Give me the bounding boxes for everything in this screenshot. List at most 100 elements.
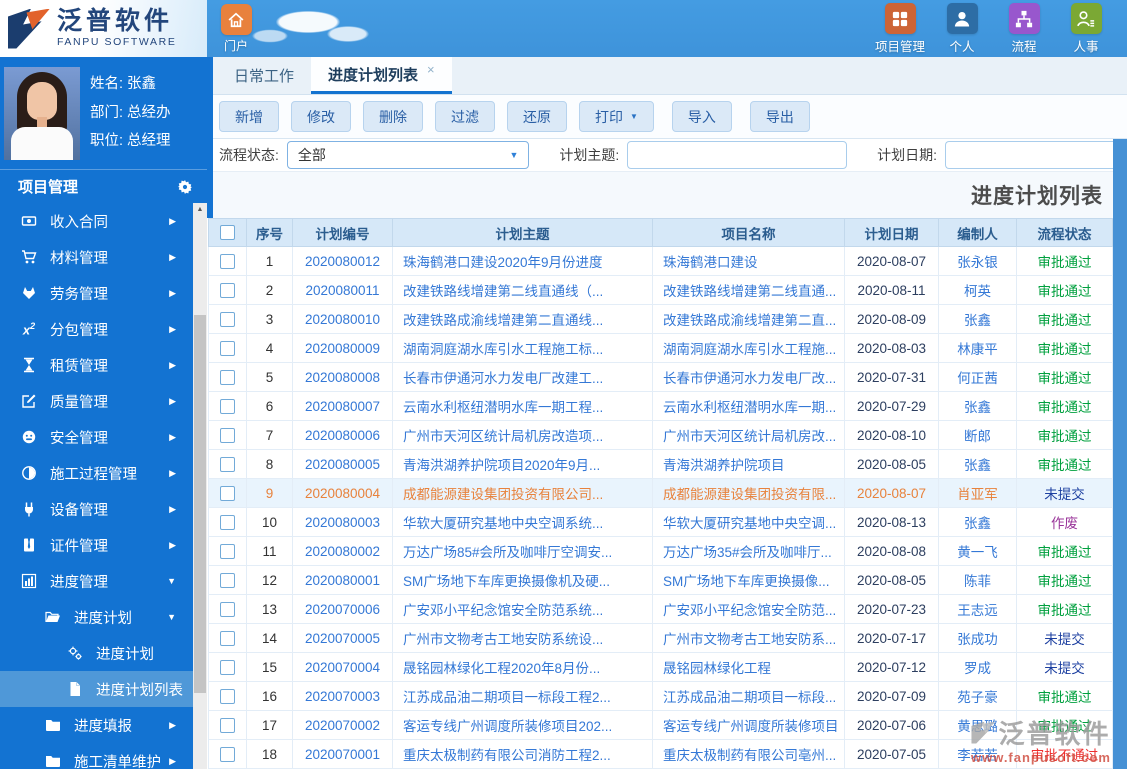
- table-row[interactable]: 5 2020080008 长春市伊通河水力发电厂改建工... 长春市伊通河水力发电厂改…: [208, 362, 1113, 392]
- author-link[interactable]: 张鑫: [964, 400, 991, 415]
- plan-code-link[interactable]: 2020080002: [305, 544, 380, 559]
- table-row[interactable]: 1 2020080012 珠海鹤港口建设2020年9月份进度 珠海鹤港口建设 2020-…: [208, 246, 1113, 276]
- row-select-checkbox[interactable]: [220, 340, 235, 356]
- plan-code-link[interactable]: 2020080004: [305, 486, 380, 501]
- plan-code-link[interactable]: 2020080001: [305, 573, 380, 588]
- sidebar-item-labor-mgmt[interactable]: 劳务管理 ▶: [0, 275, 193, 311]
- plan-code-link[interactable]: 2020080007: [305, 399, 380, 414]
- plan-subject-link[interactable]: 江苏成品油二期项目一标段工程2...: [403, 690, 611, 705]
- author-link[interactable]: 张鑫: [964, 516, 991, 531]
- plan-code-link[interactable]: 2020080010: [305, 312, 380, 327]
- table-row[interactable]: 15 2020070004 晟铭园林绿化工程2020年8月份... 晟铭园林绿化工程 2…: [208, 652, 1113, 682]
- export-button[interactable]: 导出: [749, 101, 810, 132]
- status-filter-select[interactable]: 全部 ▼: [286, 141, 530, 169]
- author-link[interactable]: 何正茜: [957, 371, 998, 386]
- sidebar-item-construction-list-maintenance[interactable]: 施工清单维护 ▶: [0, 743, 193, 769]
- plan-subject-link[interactable]: 广州市文物考古工地安防系统设...: [403, 632, 603, 647]
- portal-button[interactable]: 门户: [213, 4, 259, 54]
- date-filter-input[interactable]: [945, 141, 1127, 169]
- row-select-checkbox[interactable]: [220, 485, 235, 501]
- table-row[interactable]: 6 2020080007 云南水利枢纽潜明水库一期工程... 云南水利枢纽潜明水库一期…: [208, 391, 1113, 421]
- subject-filter-input[interactable]: [627, 141, 848, 169]
- nav-app-hr[interactable]: 人事: [1055, 3, 1117, 55]
- plan-subject-link[interactable]: 改建铁路线增建第二线直通线（...: [403, 284, 603, 299]
- project-name-link[interactable]: 青海洪湖养护院项目: [663, 458, 785, 473]
- row-select-checkbox[interactable]: [220, 369, 235, 385]
- table-row[interactable]: 2 2020080011 改建铁路线增建第二线直通线（... 改建铁路线增建第二线直通…: [208, 275, 1113, 305]
- sidebar-item-lease-mgmt[interactable]: 租赁管理 ▶: [0, 347, 193, 383]
- project-name-link[interactable]: SM广场地下车库更换摄像...: [663, 574, 830, 589]
- author-link[interactable]: 柯英: [964, 284, 991, 299]
- plan-subject-link[interactable]: 长春市伊通河水力发电厂改建工...: [403, 371, 603, 386]
- plan-subject-link[interactable]: 广安邓小平纪念馆安全防范系统...: [403, 603, 603, 618]
- filter-button[interactable]: 过滤: [435, 101, 495, 132]
- row-select-checkbox[interactable]: [220, 427, 235, 443]
- plan-subject-link[interactable]: 青海洪湖养护院项目2020年9月...: [403, 458, 600, 473]
- table-row[interactable]: 3 2020080010 改建铁路成渝线增建第二直通线... 改建铁路成渝线增建第二直…: [208, 304, 1113, 334]
- project-name-link[interactable]: 成都能源建设集团投资有限...: [663, 487, 836, 502]
- row-select-checkbox[interactable]: [220, 572, 235, 588]
- plan-subject-link[interactable]: 华软大厦研究基地中央空调系统...: [403, 516, 603, 531]
- sidebar-item-safety-mgmt[interactable]: 安全管理 ▶: [0, 419, 193, 455]
- plan-code-link[interactable]: 2020080011: [305, 283, 379, 298]
- row-select-checkbox[interactable]: [220, 746, 235, 762]
- row-select-checkbox[interactable]: [220, 601, 235, 617]
- plan-code-link[interactable]: 2020080008: [305, 370, 380, 385]
- sidebar-item-certificate-mgmt[interactable]: 证件管理 ▶: [0, 527, 193, 563]
- project-name-link[interactable]: 客运专线广州调度所装修项目: [663, 719, 839, 734]
- tab-progress-plan-list[interactable]: 进度计划列表 ×: [311, 57, 452, 94]
- row-select-checkbox[interactable]: [220, 514, 235, 530]
- author-link[interactable]: 苑子豪: [957, 690, 998, 705]
- sidebar-item-material-mgmt[interactable]: 材料管理 ▶: [0, 239, 193, 275]
- sidebar-scrollbar[interactable]: ▲: [193, 203, 207, 769]
- project-name-link[interactable]: 华软大厦研究基地中央空调...: [663, 516, 836, 531]
- project-name-link[interactable]: 江苏成品油二期项目一标段...: [663, 690, 836, 705]
- table-row[interactable]: 11 2020080002 万达广场85#会所及咖啡厅空调安... 万达广场35#会所…: [208, 536, 1113, 566]
- row-select-checkbox[interactable]: [220, 456, 235, 472]
- row-select-checkbox[interactable]: [220, 543, 235, 559]
- author-link[interactable]: 陈菲: [964, 574, 991, 589]
- sidebar-item-income-contract[interactable]: 收入合同 ▶: [0, 203, 193, 239]
- project-name-link[interactable]: 广安邓小平纪念馆安全防范...: [663, 603, 836, 618]
- row-select-checkbox[interactable]: [220, 659, 235, 675]
- plan-subject-link[interactable]: 云南水利枢纽潜明水库一期工程...: [403, 400, 603, 415]
- row-select-checkbox[interactable]: [220, 282, 235, 298]
- print-button[interactable]: 打印 ▼: [579, 101, 654, 132]
- plan-code-link[interactable]: 2020080005: [305, 457, 380, 472]
- plan-subject-link[interactable]: 客运专线广州调度所装修项目202...: [403, 719, 612, 734]
- author-link[interactable]: 李若若: [957, 748, 998, 763]
- nav-app-project-management[interactable]: 项目管理: [869, 3, 931, 55]
- sidebar-item-progress-mgmt[interactable]: 进度管理 ▼: [0, 563, 193, 599]
- restore-button[interactable]: 还原: [507, 101, 567, 132]
- row-select-checkbox[interactable]: [220, 630, 235, 646]
- scroll-up-icon[interactable]: ▲: [193, 203, 207, 216]
- import-button[interactable]: 导入: [671, 101, 732, 132]
- select-all-checkbox[interactable]: [220, 225, 235, 241]
- row-select-checkbox[interactable]: [220, 688, 235, 704]
- project-name-link[interactable]: 云南水利枢纽潜明水库一期...: [663, 400, 836, 415]
- table-row[interactable]: 7 2020080006 广州市天河区统计局机房改造项... 广州市天河区统计局机房改…: [208, 420, 1113, 450]
- gear-icon[interactable]: [177, 179, 193, 195]
- plan-subject-link[interactable]: 广州市天河区统计局机房改造项...: [403, 429, 603, 444]
- edit-button[interactable]: 修改: [291, 101, 351, 132]
- table-row[interactable]: 9 2020080004 成都能源建设集团投资有限公司... 成都能源建设集团投资有限…: [208, 478, 1113, 508]
- row-select-checkbox[interactable]: [220, 398, 235, 414]
- author-link[interactable]: 黄思璐: [957, 719, 998, 734]
- sidebar-item-progress-report[interactable]: 进度填报 ▶: [0, 707, 193, 743]
- project-name-link[interactable]: 重庆太极制药有限公司亳州...: [663, 748, 836, 763]
- plan-code-link[interactable]: 2020080009: [305, 341, 380, 356]
- sidebar-item-progress-plan[interactable]: 进度计划 ▼: [0, 599, 193, 635]
- project-name-link[interactable]: 长春市伊通河水力发电厂改...: [663, 371, 836, 386]
- scrollbar-thumb[interactable]: [194, 315, 206, 693]
- plan-code-link[interactable]: 2020070003: [305, 689, 380, 704]
- plan-code-link[interactable]: 2020080003: [305, 515, 380, 530]
- project-name-link[interactable]: 广州市文物考古工地安防系...: [663, 632, 836, 647]
- table-row[interactable]: 8 2020080005 青海洪湖养护院项目2020年9月... 青海洪湖养护院项目 2…: [208, 449, 1113, 479]
- project-name-link[interactable]: 湖南洞庭湖水库引水工程施...: [663, 342, 836, 357]
- row-select-checkbox[interactable]: [220, 717, 235, 733]
- sidebar-item-progress-plan-entry[interactable]: 进度计划: [0, 635, 193, 671]
- row-select-checkbox[interactable]: [220, 253, 235, 269]
- table-row[interactable]: 12 2020080001 SM广场地下车库更换摄像机及硬... SM广场地下车库更换…: [208, 565, 1113, 595]
- table-row[interactable]: 16 2020070003 江苏成品油二期项目一标段工程2... 江苏成品油二期项目一…: [208, 681, 1113, 711]
- project-name-link[interactable]: 晟铭园林绿化工程: [663, 661, 771, 676]
